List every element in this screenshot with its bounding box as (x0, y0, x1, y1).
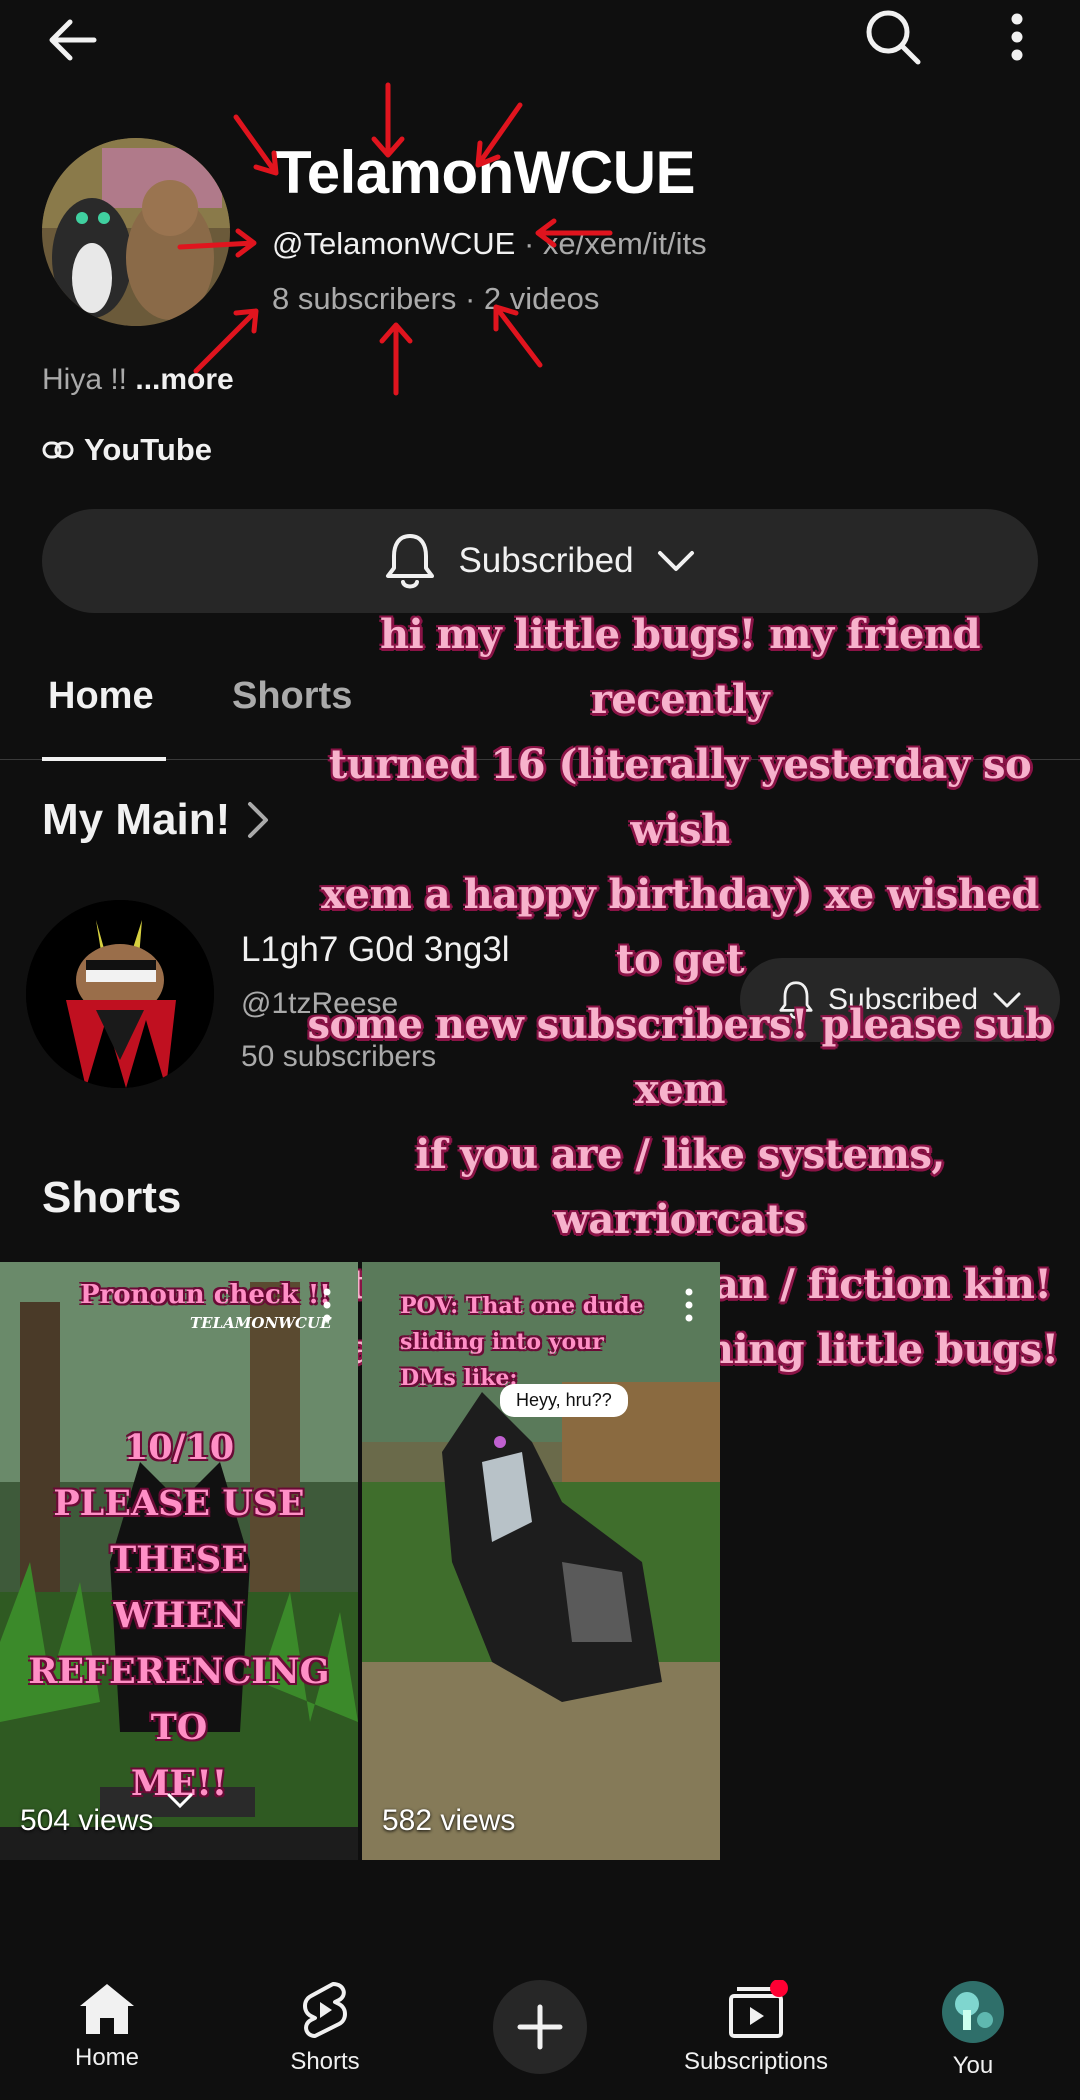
link-icon (42, 441, 74, 459)
search-icon (866, 10, 921, 65)
overlay-line: some new subscribers! please sub xem (307, 1001, 1054, 1113)
back-arrow-icon (49, 19, 97, 61)
nav-label: Shorts (290, 2048, 360, 2075)
nav-label: Home (74, 2044, 140, 2071)
nav-you[interactable]: You (873, 1980, 1073, 2100)
nav-label: You (952, 2052, 994, 2079)
short-caption-line: PLEASE USE THESE (53, 1483, 305, 1580)
channel-description[interactable]: Hiya !! ...more (42, 363, 234, 397)
short-views: 504 views (20, 1804, 154, 1837)
featured-section-header[interactable]: My Main! (42, 795, 270, 845)
bottom-navigation: Home Shorts Subscriptions You (0, 1980, 1080, 2100)
more-link[interactable]: ...more (135, 363, 233, 396)
chevron-down-icon (167, 1793, 193, 1809)
shorts-section-title: Shorts (42, 1173, 182, 1222)
channel-link[interactable]: YouTube (42, 432, 212, 468)
speech-bubble: Heyy, hru?? (500, 1384, 628, 1417)
short-title-overlay: Pronoun check !! (80, 1280, 331, 1310)
short-more-icon[interactable] (684, 1288, 694, 1322)
short-caption-line: WHEN (113, 1595, 245, 1636)
subscribed-label: Subscribed (458, 541, 634, 580)
shorts-icon (303, 1982, 347, 2038)
overlay-line: xem a happy birthday) xe wished to get (321, 871, 1039, 983)
description-text: Hiya !! (42, 363, 136, 396)
active-tab-indicator (42, 757, 166, 761)
overlay-line: hi my little bugs! my friend recently (379, 611, 981, 723)
short-card[interactable]: Pronoun check !! TELAMONWCUE 10/10 PLEAS… (0, 1262, 358, 1860)
featured-channel-avatar[interactable] (26, 900, 214, 1088)
tab-home[interactable]: Home (48, 675, 154, 718)
short-caption-line: REFERENCING TO (28, 1651, 330, 1748)
nav-home[interactable]: Home (7, 1980, 207, 2100)
chevron-right-icon (248, 802, 269, 838)
subscribed-button[interactable]: Subscribed (42, 509, 1038, 613)
short-watermark: TELAMONWCUE (190, 1314, 332, 1332)
short-caption-line: sliding into your (400, 1329, 604, 1355)
short-caption-block: 10/10 PLEASE USE THESE WHEN REFERENCING … (0, 1420, 358, 1812)
profile-avatar (942, 1981, 1004, 2043)
short-card[interactable]: POV: That one dude sliding into your DMs… (362, 1262, 720, 1860)
overlay-line: turned 16 (literally yesterday so wish (328, 741, 1032, 853)
nav-subscriptions[interactable]: Subscriptions (656, 1980, 856, 2100)
vertical-dots-icon (1011, 13, 1023, 61)
bell-icon (386, 534, 435, 589)
featured-section-title: My Main! (42, 795, 231, 844)
channel-link-label: YouTube (84, 432, 212, 467)
short-more-icon[interactable] (322, 1288, 332, 1322)
short-caption-line: 10/10 (123, 1427, 235, 1468)
overlay-line: if you are / like systems, warriorcats (415, 1131, 945, 1243)
short-caption-block: POV: That one dude sliding into your DMs… (400, 1288, 643, 1396)
search-button[interactable] (858, 2, 928, 72)
create-icon (493, 1980, 587, 2074)
back-button[interactable] (40, 8, 104, 72)
chevron-down-icon (657, 551, 694, 571)
annotation-arrows (177, 82, 613, 396)
more-options-button[interactable] (994, 2, 1040, 72)
nav-shorts[interactable]: Shorts (225, 1980, 425, 2100)
subscriptions-icon (729, 1980, 788, 2038)
home-icon (80, 1984, 134, 2034)
nav-label: Subscriptions (683, 2048, 829, 2075)
short-caption-line: POV: That one dude (400, 1293, 644, 1319)
short-views: 582 views (382, 1804, 516, 1837)
nav-create[interactable] (440, 1980, 640, 2100)
